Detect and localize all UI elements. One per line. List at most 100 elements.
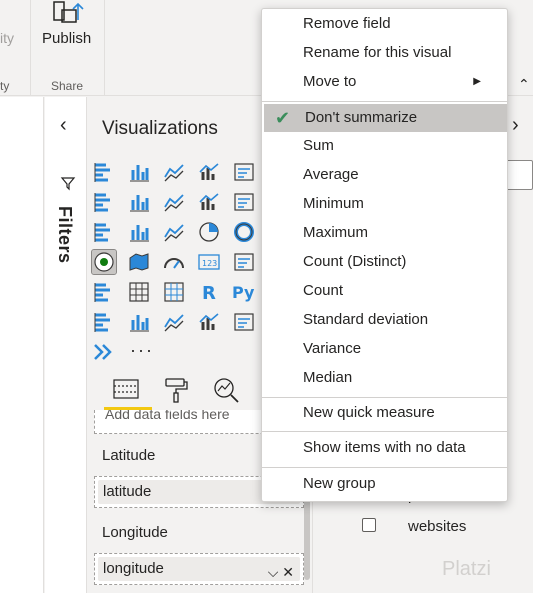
line-column-chart-icon[interactable] [197,190,221,214]
menu-item-rename[interactable]: Rename for this visual [262,39,507,67]
svg-text:123: 123 [202,259,217,268]
submenu-arrow-icon: ▶ [473,76,481,87]
slicer-icon[interactable] [92,280,116,304]
checkmark-icon: ✔ [275,108,291,128]
clustered-column-chart-icon[interactable] [197,160,221,184]
field-item[interactable]: websites [408,518,466,535]
menu-item-median[interactable]: Median [262,364,507,392]
filter-funnel-icon [60,175,76,191]
pie-chart-icon[interactable] [197,220,221,244]
paginated-report-icon[interactable] [197,310,221,334]
filters-pane [45,97,87,593]
more-visuals-icon[interactable]: ··· [130,340,154,361]
filled-map-icon[interactable] [127,250,151,274]
longitude-field-pill[interactable]: longitude ⌵ ✕ [98,557,300,581]
line-clustered-column-icon[interactable] [232,190,256,214]
svg-text:Py: Py [232,283,255,302]
map-icon[interactable] [91,249,117,275]
fields-expand-icon[interactable]: › [512,114,519,137]
longitude-well[interactable]: longitude ⌵ ✕ [94,553,304,585]
menu-item-count-distinct[interactable]: Count (Distinct) [262,248,507,276]
share-group-label: Share [51,79,84,93]
report-canvas [0,97,44,593]
ribbon-collapse-icon[interactable]: ⌃ [518,76,530,93]
table-icon[interactable] [127,280,151,304]
field-pill-actions[interactable]: ⌵ ✕ [268,560,294,584]
ribbon-divider [104,0,105,96]
filters-collapse-icon[interactable]: ‹ [60,114,67,137]
format-paint-roller-icon[interactable] [162,376,192,404]
line-chart-icon[interactable] [92,190,116,214]
publish-button[interactable]: Publish [42,30,91,47]
longitude-field-label: longitude [103,560,164,577]
power-automate-icon[interactable] [92,340,116,364]
stacked-bar-chart-icon[interactable] [92,160,116,184]
platzi-watermark: Platzi [442,558,491,580]
menu-item-minimum[interactable]: Minimum [262,190,507,218]
stacked-area-chart-icon[interactable] [162,190,186,214]
menu-item-label: Move to [303,73,357,90]
menu-item-variance[interactable]: Variance [262,335,507,363]
menu-item-label: Count [303,282,344,299]
menu-separator [262,397,507,398]
menu-item-label: Standard deviation [303,311,429,328]
menu-item-label: Variance [303,340,362,357]
menu-item-label: New quick measure [303,404,435,421]
menu-item-new-quick-measure[interactable]: New quick measure [262,399,507,427]
menu-item-new-group[interactable]: New group [262,470,507,498]
menu-separator [262,467,507,468]
menu-item-show-items-no-data[interactable]: Show items with no data [262,434,507,462]
menu-separator [262,431,507,432]
latitude-well-label: Latitude [102,447,156,464]
multi-row-card-icon[interactable] [232,250,256,274]
menu-item-label: Count (Distinct) [303,253,407,270]
menu-item-label: Don't summarize [305,109,418,126]
clustered-bar-chart-icon[interactable] [162,160,186,184]
fields-tab-icon[interactable] [112,376,142,404]
menu-item-label: Show items with no data [303,439,466,456]
qa-icon[interactable] [127,310,151,334]
matrix-icon[interactable] [162,280,186,304]
menu-item-standard-deviation[interactable]: Standard deviation [262,306,507,334]
python-visual-icon[interactable]: Py [232,280,256,304]
stacked-column-chart-icon[interactable] [127,160,151,184]
visualizations-title: Visualizations [102,118,218,139]
menu-item-label: Median [303,369,353,386]
area-chart-icon[interactable] [127,190,151,214]
smart-narrative-icon[interactable] [162,310,186,334]
menu-item-remove-field[interactable]: Remove field [262,10,507,38]
donut-chart-icon[interactable] [232,220,256,244]
menu-item-label: Average [303,166,359,183]
analytics-magnifier-icon[interactable] [212,376,242,404]
card-icon[interactable]: 123 [197,250,221,274]
menu-item-maximum[interactable]: Maximum [262,219,507,247]
field-checkbox[interactable] [362,518,376,532]
menu-item-average[interactable]: Average [262,161,507,189]
menu-item-dont-summarize[interactable]: ✔ Don't summarize [264,104,507,132]
menu-separator [262,101,507,102]
gauge-icon[interactable] [162,250,186,274]
menu-item-label: Remove field [303,15,391,32]
menu-item-label: New group [303,475,376,492]
decomposition-tree-icon[interactable] [92,310,116,334]
ribbon-divider [30,0,31,96]
100-bar-chart-icon[interactable] [232,160,256,184]
menu-item-count[interactable]: Count [262,277,507,305]
scatter-chart-icon[interactable] [162,220,186,244]
menu-item-move-to[interactable]: Move to ▶ [262,68,507,96]
filters-label[interactable]: Filters [54,206,75,264]
field-context-menu: Remove field Rename for this visual Move… [261,8,508,502]
funnel-icon[interactable] [127,220,151,244]
power-apps-icon[interactable] [232,310,256,334]
menu-item-label: Rename for this visual [303,44,452,61]
svg-text:R: R [202,283,216,304]
ribbon-partial-label: ity [0,30,14,46]
r-visual-icon[interactable]: R [197,280,221,304]
menu-item-label: Sum [303,137,334,154]
menu-item-label: Minimum [303,195,364,212]
ribbon-chart-icon[interactable] [92,220,116,244]
publish-icon[interactable] [52,0,88,26]
ribbon-partial-group: ty [0,79,10,93]
menu-item-sum[interactable]: Sum [262,132,507,160]
longitude-well-label: Longitude [102,524,168,541]
